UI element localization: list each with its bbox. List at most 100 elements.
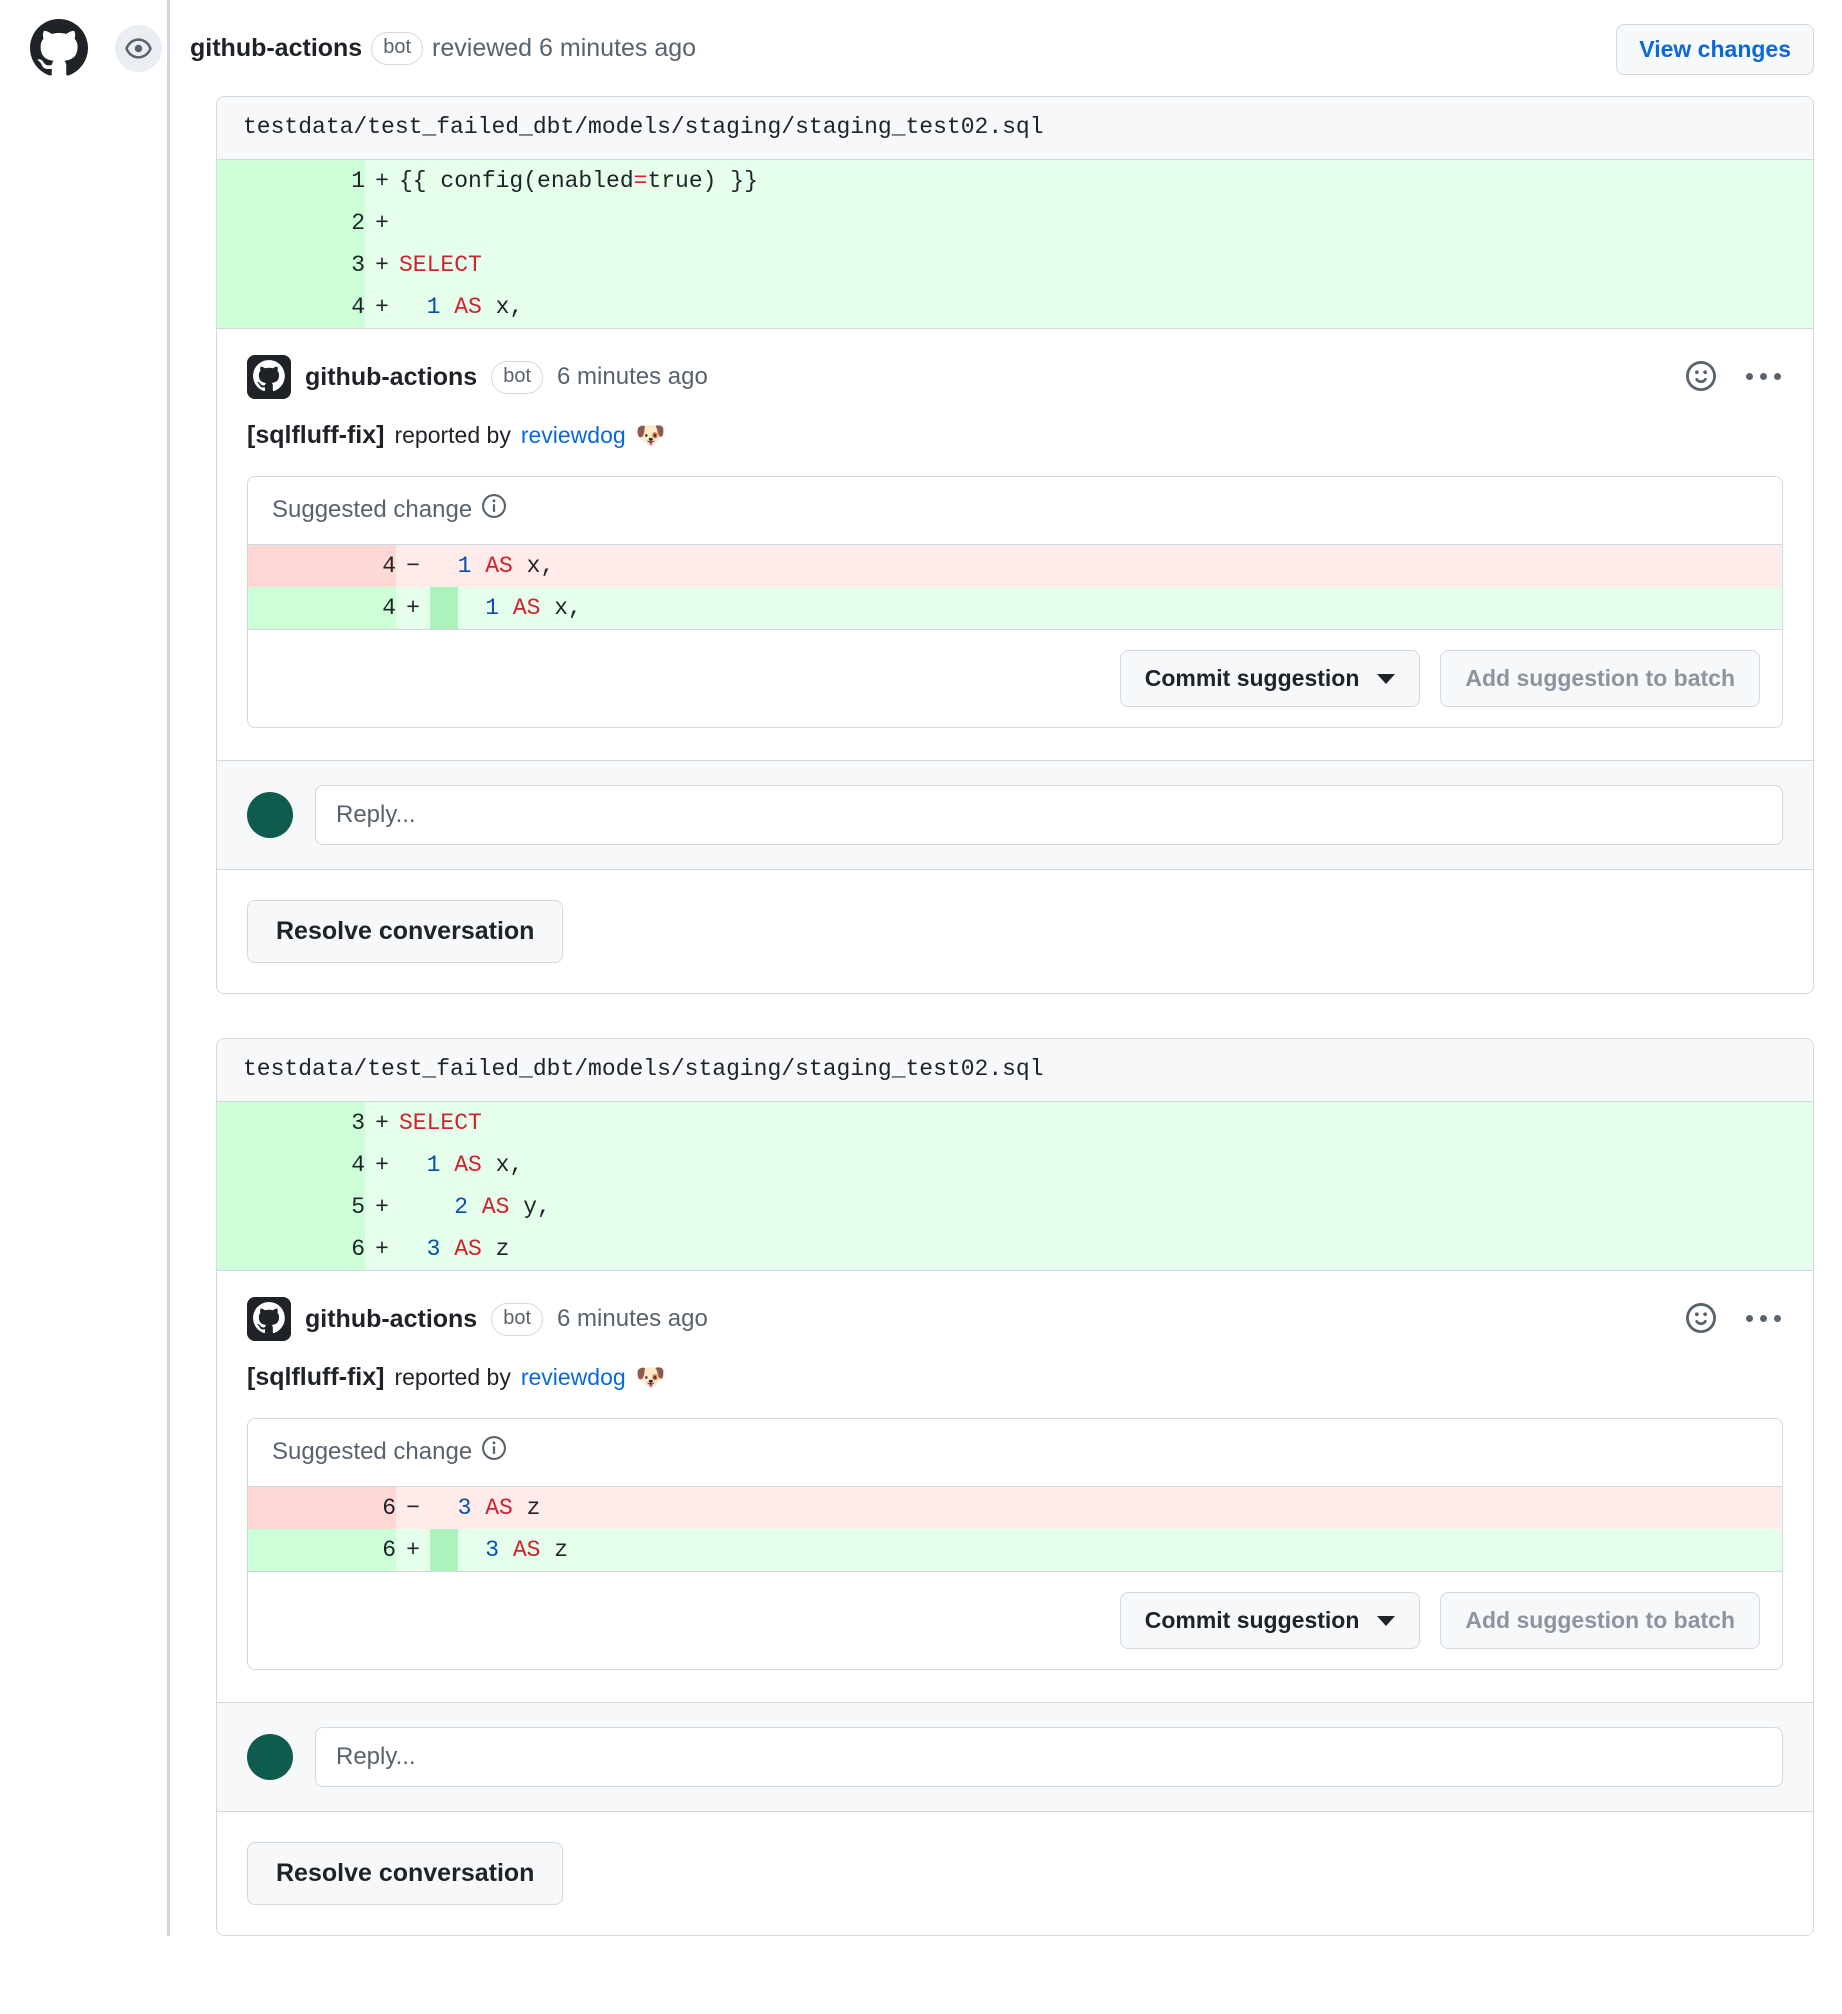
diff-line-code: 1 AS x, <box>430 587 1782 629</box>
suggested-change-label: Suggested change <box>272 1437 473 1465</box>
comment-timestamp: 6 minutes ago <box>557 1305 708 1332</box>
review-event-text: github-actions bot reviewed 6 minutes ag… <box>190 31 697 65</box>
commit-suggestion-button[interactable]: Commit suggestion <box>1119 650 1421 707</box>
diff-line: 3 + SELECT <box>217 1102 1813 1144</box>
review-comment: github-actions bot 6 minutes ago [sqlfluff-… <box>217 1270 1813 1702</box>
resolve-row: Resolve conversation <box>217 1811 1813 1935</box>
info-icon[interactable] <box>482 1436 507 1467</box>
diff-line: 2 + <box>217 202 1813 244</box>
diff-line-sign: + <box>365 1228 399 1270</box>
commit-suggestion-button[interactable]: Commit suggestion <box>1119 1592 1421 1649</box>
diff-line-number: 6 <box>248 1487 396 1529</box>
commit-suggestion-label: Commit suggestion <box>1144 665 1360 691</box>
commit-suggestion-label: Commit suggestion <box>1144 1607 1360 1633</box>
diff-line-sign: + <box>365 202 399 244</box>
diff-hunk: 1 +{{ config(enabled=true) }} 2 +3 + SELECT 4 +… <box>217 160 1813 328</box>
comment-body: [sqlfluff-fix] reported by reviewdog 🐶 <box>247 1363 1783 1392</box>
diff-line: 4 + 1 AS x, <box>217 286 1813 328</box>
review-threads-container: testdata/test_failed_dbt/models/staging/… <box>0 96 1842 1936</box>
comment-actions <box>1682 1299 1781 1337</box>
diff-line: 6− 3 AS z <box>248 1487 1782 1529</box>
diff-line: 3 + SELECT <box>217 244 1813 286</box>
diff-line: 6 + 3 AS z <box>248 1529 1782 1571</box>
comment-reported-by-label: reported by <box>394 1364 511 1390</box>
diff-line-sign: − <box>396 545 430 587</box>
reviewdog-link[interactable]: reviewdog <box>521 422 626 449</box>
comment-author[interactable]: github-actions <box>305 363 477 392</box>
diff-line-number: 6 <box>217 1228 365 1270</box>
avatar <box>247 792 293 838</box>
diff-line-number: 4 <box>217 286 365 328</box>
smiley-icon[interactable] <box>1682 357 1720 395</box>
diff-line-number: 4 <box>217 1144 365 1186</box>
diff-line-number: 3 <box>217 244 365 286</box>
diff-line-sign: + <box>365 1102 399 1144</box>
reviewdog-link[interactable]: reviewdog <box>521 1364 626 1391</box>
diff-line-number: 4 <box>248 587 396 629</box>
diff-line-code: 3 AS z <box>430 1487 1782 1529</box>
diff-line: 4− 1 AS x, <box>248 545 1782 587</box>
resolve-row: Resolve conversation <box>217 869 1813 993</box>
suggestion-actions: Commit suggestion Add suggestion to batch <box>248 1571 1782 1669</box>
diff-line: 6 + 3 AS z <box>217 1228 1813 1270</box>
diff-file-path[interactable]: testdata/test_failed_dbt/models/staging/… <box>217 1039 1813 1102</box>
github-logo-icon <box>30 19 88 77</box>
reply-input[interactable] <box>315 1727 1783 1787</box>
review-event-header: github-actions bot reviewed 6 minutes ag… <box>0 0 1842 96</box>
reply-input[interactable] <box>315 785 1783 845</box>
bot-badge: bot <box>491 360 544 394</box>
view-changes-button[interactable]: View changes <box>1616 24 1814 75</box>
diff-line-code <box>399 202 1813 244</box>
review-thread: testdata/test_failed_dbt/models/staging/… <box>216 96 1814 994</box>
info-icon[interactable] <box>482 494 507 525</box>
bot-badge: bot <box>491 1302 544 1336</box>
diff-file-path[interactable]: testdata/test_failed_dbt/models/staging/… <box>217 97 1813 160</box>
comment-actions <box>1682 357 1781 395</box>
resolve-conversation-button[interactable]: Resolve conversation <box>247 900 564 963</box>
diff-line-sign: + <box>365 160 399 202</box>
chevron-down-icon <box>1377 673 1396 684</box>
suggested-change-box: Suggested change 6− 3 AS z 6 + 3 AS z Commit… <box>247 1418 1783 1670</box>
diff-line-number: 3 <box>217 1102 365 1144</box>
avatar <box>247 1734 293 1780</box>
reply-row <box>217 760 1813 869</box>
comment-header: github-actions bot 6 minutes ago <box>247 355 1783 399</box>
diff-line-code: 1 AS x, <box>399 286 1813 328</box>
reply-row <box>217 1702 1813 1811</box>
bot-badge: bot <box>371 31 424 65</box>
diff-line-code: 1 AS x, <box>430 545 1782 587</box>
diff-line-number: 2 <box>217 202 365 244</box>
comment-header: github-actions bot 6 minutes ago <box>247 1297 1783 1341</box>
comment-author[interactable]: github-actions <box>305 1305 477 1334</box>
review-author[interactable]: github-actions <box>190 34 362 63</box>
resolve-conversation-button[interactable]: Resolve conversation <box>247 1842 564 1905</box>
diff-line-code: SELECT <box>399 244 1813 286</box>
kebab-menu-icon[interactable] <box>1746 1314 1781 1322</box>
diff-line-sign: − <box>396 1487 430 1529</box>
suggested-change-title: Suggested change <box>248 1419 1782 1487</box>
github-logo-icon <box>247 1297 291 1341</box>
add-suggestion-to-batch-button[interactable]: Add suggestion to batch <box>1440 1592 1760 1649</box>
diff-line-number: 1 <box>217 160 365 202</box>
comment-tool-name: [sqlfluff-fix] <box>247 421 385 449</box>
diff-line-code: 3 AS z <box>430 1529 1782 1571</box>
diff-line-number: 5 <box>217 1186 365 1228</box>
dog-emoji-icon: 🐶 <box>635 422 666 449</box>
diff-line-sign: + <box>365 1144 399 1186</box>
diff-line-sign: + <box>365 244 399 286</box>
review-action-text: reviewed 6 minutes ago <box>432 33 697 62</box>
smiley-icon[interactable] <box>1682 1299 1720 1337</box>
diff-line-code: 2 AS y, <box>399 1186 1813 1228</box>
eye-icon <box>115 24 162 72</box>
kebab-menu-icon[interactable] <box>1746 372 1781 380</box>
add-suggestion-to-batch-label: Add suggestion to batch <box>1465 1607 1735 1633</box>
diff-line-code: 1 AS x, <box>399 1144 1813 1186</box>
suggestion-actions: Commit suggestion Add suggestion to batch <box>248 629 1782 727</box>
diff-line: 1 +{{ config(enabled=true) }} <box>217 160 1813 202</box>
add-suggestion-to-batch-button[interactable]: Add suggestion to batch <box>1440 650 1760 707</box>
github-logo-icon <box>247 355 291 399</box>
diff-line-number: 4 <box>248 545 396 587</box>
comment-reported-by-label: reported by <box>394 422 511 448</box>
suggested-change-box: Suggested change 4− 1 AS x, 4 + 1 AS x, Comm… <box>247 476 1783 728</box>
comment-body: [sqlfluff-fix] reported by reviewdog 🐶 <box>247 421 1783 450</box>
